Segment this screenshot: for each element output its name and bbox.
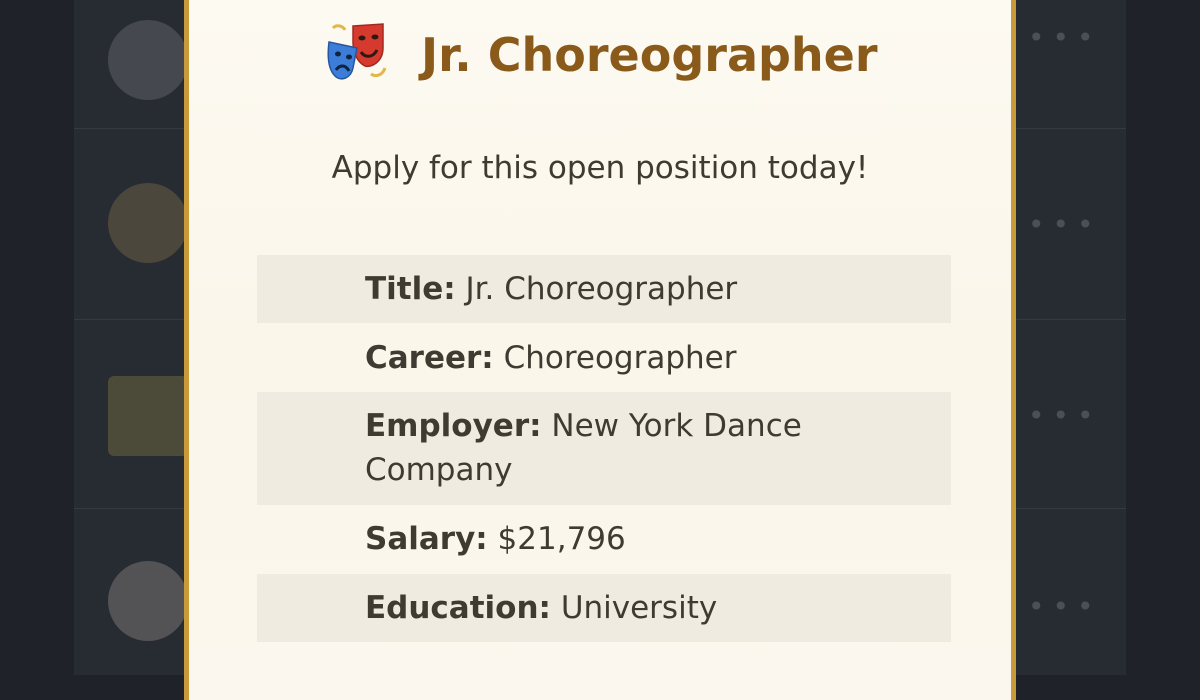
job-title-heading: Jr. Choreographer [421,28,878,82]
statue-icon [108,20,188,100]
clown-icon [108,561,188,641]
detail-value: University [560,590,718,626]
job-details-list: Title: Jr. Choreographer Career: Choreog… [257,255,951,642]
detail-row-salary: Salary: $21,796 [257,505,951,574]
detail-label: Salary: [365,521,488,557]
ellipsis-icon[interactable]: ••• [1028,593,1102,621]
ellipsis-icon[interactable]: ••• [1028,211,1102,239]
detail-label: Title: [365,271,456,307]
ellipsis-icon[interactable]: ••• [1028,24,1102,52]
detail-row-title: Title: Jr. Choreographer [257,255,951,323]
theater-masks-icon [327,23,387,80]
detail-value: Jr. Choreographer [465,271,738,307]
detail-label: Education: [365,590,551,626]
detail-value: $21,796 [497,521,626,557]
detail-label: Career: [365,340,494,376]
detail-value: Choreographer [503,340,737,376]
detail-label: Employer: [365,408,542,444]
detail-row-career: Career: Choreographer [257,323,951,392]
ellipsis-icon[interactable]: ••• [1028,402,1102,430]
barrier-icon [108,376,188,456]
job-offer-modal: Jr. Choreographer Apply for this open po… [184,0,1016,700]
apply-prompt: Apply for this open position today! [331,150,869,186]
detail-row-employer: Employer: New York Dance Company [257,392,951,505]
palette-icon [108,183,188,263]
detail-row-education: Education: University [257,574,951,642]
